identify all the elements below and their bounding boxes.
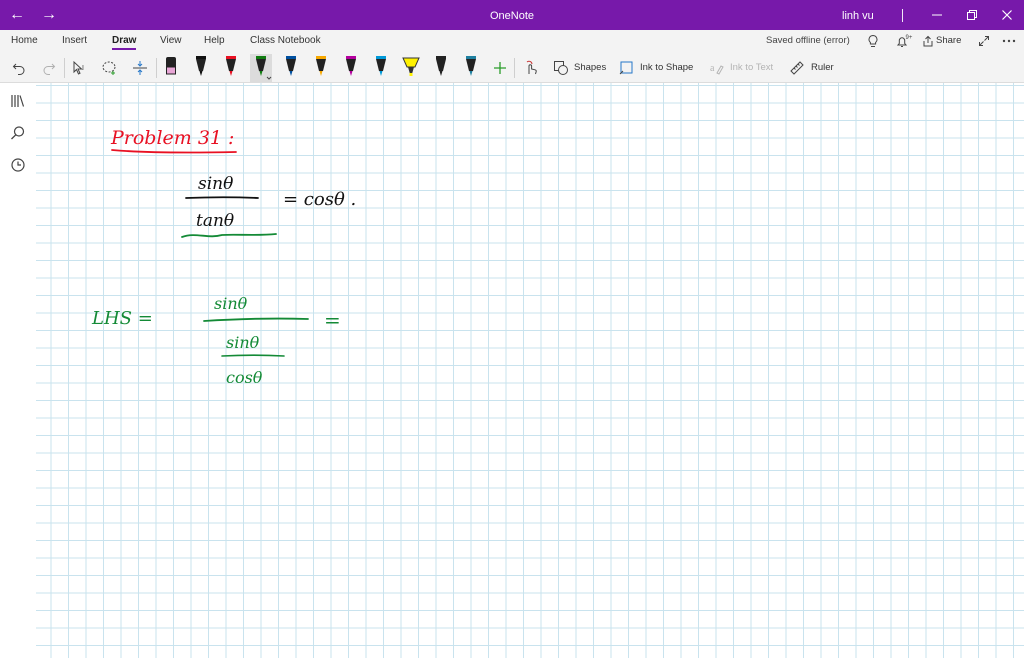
fullscreen-icon[interactable] [976, 33, 992, 49]
ink-heading: Problem 31 : [110, 127, 234, 149]
pen-teal-icon[interactable] [460, 54, 482, 82]
ink-lhs-denominator-den: cosθ [226, 368, 263, 387]
share-icon[interactable] [921, 33, 935, 49]
ribbon-tabs: Home Insert Draw View Help Class Noteboo… [0, 30, 1024, 52]
close-button[interactable] [990, 0, 1024, 30]
ink-to-shape-icon[interactable] [618, 55, 636, 81]
identity-green-underline [181, 233, 277, 238]
ink-lhs-numerator: sinθ [214, 294, 248, 313]
restore-button[interactable] [955, 0, 989, 30]
ink-lhs-denominator-num: sinθ [226, 333, 260, 352]
pen-cyan-icon[interactable] [370, 54, 392, 82]
pen-blue-dark-icon[interactable] [280, 54, 302, 82]
pen-black-2-icon[interactable] [430, 54, 452, 82]
redo-button[interactable] [40, 55, 58, 81]
redo-icon [43, 63, 56, 75]
ink-to-text-button: Ink to Text [730, 62, 774, 73]
recent-clock-icon[interactable] [8, 155, 28, 175]
tab-help[interactable]: Help [204, 35, 225, 46]
ink-identity-denominator: tanθ [196, 211, 234, 231]
ink-identity-numerator: sinθ [198, 174, 233, 194]
pen-pink-highlight-icon[interactable] [160, 54, 182, 82]
toolbar-divider [64, 58, 65, 78]
tab-class-notebook[interactable]: Class Notebook [250, 35, 321, 46]
title-bar: ← → OneNote linh vu [0, 0, 1024, 30]
more-options-icon[interactable] [1001, 33, 1017, 49]
tab-home[interactable]: Home [11, 35, 38, 46]
tab-draw[interactable]: Draw [112, 35, 136, 46]
user-name[interactable]: linh vu [842, 0, 874, 32]
ink-to-text-icon: a [708, 55, 726, 81]
search-icon[interactable] [8, 123, 28, 143]
ink-layer[interactable]: Problem 31 : sinθ tanθ = cosθ . LHS = si… [36, 83, 1024, 658]
tab-view[interactable]: View [160, 35, 182, 46]
pen-red-icon[interactable] [220, 54, 242, 82]
ink-lhs-label: LHS = [91, 308, 153, 329]
restore-icon [967, 10, 977, 20]
shapes-button[interactable]: Shapes [574, 62, 606, 73]
plus-icon [494, 62, 506, 74]
lightbulb-icon[interactable] [866, 33, 880, 49]
ruler-icon[interactable] [788, 55, 806, 81]
pen-green-icon[interactable] [250, 54, 272, 82]
lasso-select-button[interactable] [100, 55, 120, 81]
lhs-main-fraction-bar [203, 317, 309, 322]
pen-magenta-icon[interactable] [340, 54, 362, 82]
active-tab-indicator [112, 48, 136, 50]
tab-insert[interactable]: Insert [62, 35, 87, 46]
touch-drawing-button[interactable] [520, 55, 542, 81]
toolbar-divider [156, 58, 157, 78]
ink-identity-rhs: = cosθ . [283, 189, 356, 210]
type-select-icon: I [73, 60, 84, 75]
share-button[interactable]: Share [936, 35, 961, 46]
lasso-icon [102, 61, 116, 75]
minimize-icon [932, 14, 942, 16]
svg-text:I: I [82, 65, 84, 72]
note-canvas[interactable]: Problem 31 : sinθ tanθ = cosθ . LHS = si… [36, 83, 1024, 658]
bell-icon[interactable]: 9+ [893, 33, 915, 49]
pen-orange-icon[interactable] [310, 54, 332, 82]
toolbar-divider [514, 58, 515, 78]
notification-count: 9+ [906, 35, 913, 41]
add-pen-button[interactable] [490, 55, 510, 81]
title-separator [902, 9, 903, 22]
lhs-inner-fraction-bar [221, 354, 285, 357]
highlighter-yellow-icon[interactable] [400, 54, 422, 82]
navigation-rail [0, 83, 36, 658]
type-select-button[interactable]: I [70, 55, 90, 81]
svg-text:a: a [710, 63, 715, 74]
sync-status[interactable]: Saved offline (error) [766, 35, 850, 46]
draw-toolbar: I Shapes Ink to Shape a Ink to Text Rule… [0, 52, 1024, 83]
ink-to-shape-button[interactable]: Ink to Shape [640, 62, 693, 73]
heading-underline [111, 149, 237, 154]
ruler-button[interactable]: Ruler [811, 62, 834, 73]
minimize-button[interactable] [920, 0, 954, 30]
undo-button[interactable] [10, 55, 28, 81]
insert-space-button[interactable] [130, 55, 150, 81]
identity-fraction-bar [185, 196, 259, 199]
undo-icon [12, 63, 25, 75]
pen-black-1-icon[interactable] [190, 54, 212, 82]
shapes-icon[interactable] [552, 55, 570, 81]
ink-trailing-equals: = [324, 308, 341, 332]
insert-space-icon [133, 61, 147, 75]
touch-draw-icon [526, 60, 537, 75]
close-icon [1002, 10, 1012, 20]
notebooks-icon[interactable] [8, 91, 28, 111]
